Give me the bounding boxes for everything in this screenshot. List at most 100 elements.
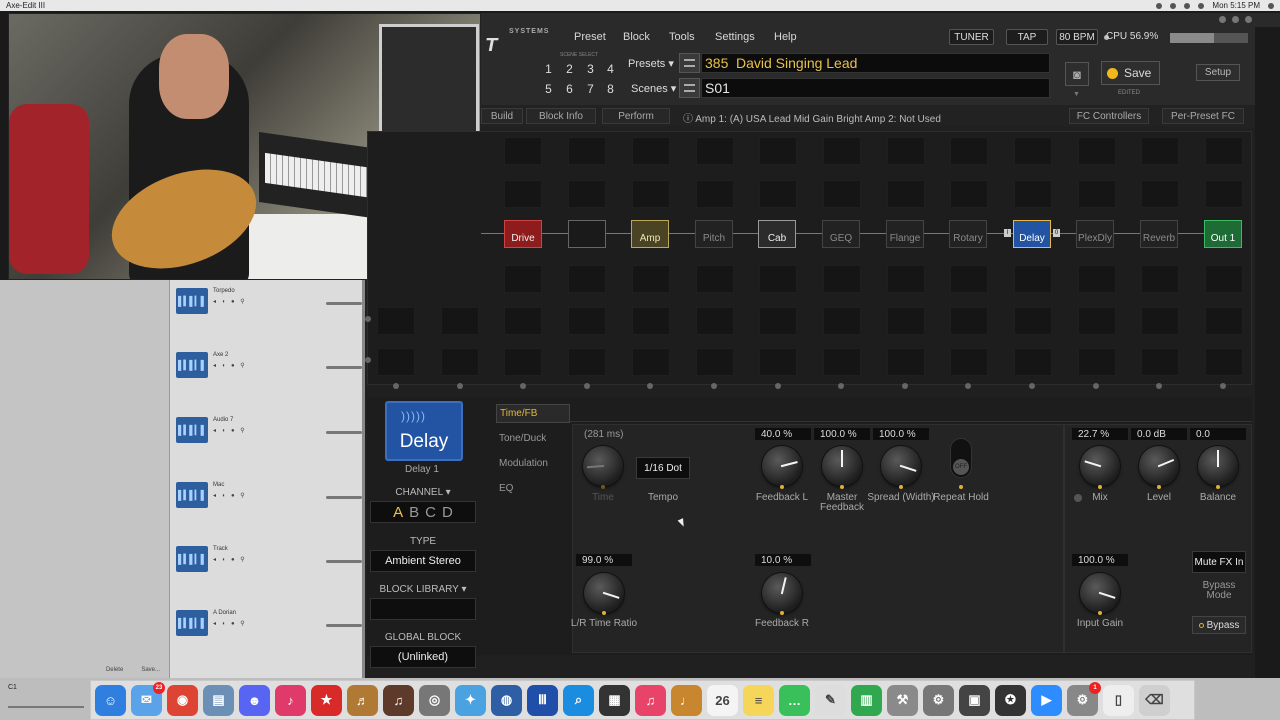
grid-cell[interactable] [950, 137, 988, 165]
block-library-label[interactable]: BLOCK LIBRARY ▾ [370, 584, 476, 595]
bypass-button[interactable]: Bypass [1192, 616, 1246, 634]
grid-column-dot[interactable] [1093, 383, 1099, 389]
grid-cell[interactable] [504, 180, 542, 208]
grid-cell[interactable] [887, 137, 925, 165]
daw-track[interactable]: ▌▍▌▎▌ Track ◂ ◖ ● ⚲ [176, 542, 362, 582]
vpn-icon[interactable]: ✦ [455, 684, 486, 716]
page-eq[interactable]: EQ [499, 483, 513, 494]
volume-icon[interactable] [1198, 2, 1205, 9]
search-app-icon[interactable]: ⌕ [563, 684, 594, 716]
grid-column-dot[interactable] [902, 383, 908, 389]
chevron-down-icon[interactable]: ▼ [1073, 91, 1080, 98]
mail-icon[interactable]: ✉ 23 [131, 681, 165, 716]
instrument-icon[interactable]: ♩ [671, 684, 702, 716]
page-modulation[interactable]: Modulation [499, 458, 548, 469]
grid-cell[interactable] [1205, 137, 1243, 165]
grid-cell[interactable] [1014, 137, 1052, 165]
grid-cell[interactable] [441, 348, 479, 376]
balance-knob[interactable] [1198, 446, 1238, 486]
grid-cell[interactable] [950, 307, 988, 335]
grid-block-delay[interactable]: Delay [1013, 220, 1051, 248]
feedback-l-value[interactable]: 40.0 % [755, 428, 811, 440]
bpm-display[interactable]: 80 BPM [1056, 29, 1098, 45]
grid-column-dot[interactable] [584, 383, 590, 389]
grid-block-reverb[interactable]: Reverb [1140, 220, 1178, 248]
grid-cell[interactable] [887, 265, 925, 293]
grid-cell[interactable] [504, 265, 542, 293]
grid-cell[interactable] [568, 348, 606, 376]
save-button[interactable]: Save [1101, 61, 1160, 85]
grid-cell[interactable] [632, 137, 670, 165]
scene-button-1[interactable]: 1 [541, 60, 556, 77]
time-knob[interactable] [583, 446, 623, 486]
grid-cell[interactable] [568, 180, 606, 208]
utility-icon[interactable]: ◎ [419, 684, 450, 716]
grid-cell[interactable] [823, 265, 861, 293]
messages-icon[interactable]: … [779, 684, 810, 716]
channel-d[interactable]: D [442, 504, 453, 521]
grid-cell[interactable] [568, 307, 606, 335]
daw-track[interactable]: ▌▍▌▎▌ Mac ◂ ◖ ● ⚲ [176, 478, 362, 518]
grid-cell[interactable] [887, 348, 925, 376]
level-knob[interactable] [1139, 446, 1179, 486]
grid-column-dot[interactable] [965, 383, 971, 389]
status-icon[interactable] [1170, 2, 1177, 9]
trash-icon[interactable]: ⌫ [1139, 684, 1170, 716]
global-block-select[interactable]: (Unlinked) [370, 646, 476, 668]
channel-c[interactable]: C [425, 504, 436, 521]
document-icon[interactable]: ▯ [1103, 684, 1134, 716]
daw-zoom-slider[interactable] [8, 706, 84, 708]
grid-cell[interactable] [823, 180, 861, 208]
grid-column-dot[interactable] [1220, 383, 1226, 389]
lr-time-ratio-value[interactable]: 99.0 % [576, 554, 632, 566]
minimize-icon[interactable] [1219, 16, 1226, 23]
preset-stepper[interactable] [679, 53, 700, 73]
scene-button-4[interactable]: 4 [603, 60, 618, 77]
grid-block-out-1[interactable]: Out 1 [1204, 220, 1242, 248]
grid-block-cab[interactable]: Cab [758, 220, 796, 248]
track-fader[interactable] [326, 496, 362, 499]
grid-cell[interactable] [696, 307, 734, 335]
track-controls[interactable]: ◂ ◖ ● ⚲ [213, 427, 247, 434]
grid-cell[interactable] [1205, 265, 1243, 293]
type-select[interactable]: Ambient Stereo [370, 550, 476, 572]
grid-cell[interactable] [759, 307, 797, 335]
daw-track[interactable]: ▌▍▌▎▌ Axe 2 ◂ ◖ ● ⚲ [176, 348, 362, 388]
tools-icon[interactable]: ⚒ [887, 684, 918, 716]
menu-settings[interactable]: Settings [715, 31, 755, 43]
clapper-icon[interactable]: ▦ [599, 684, 630, 716]
feedback-r-knob[interactable] [762, 573, 802, 613]
grid-cell[interactable] [377, 348, 415, 376]
robot-icon[interactable]: ⚙ [923, 684, 954, 716]
grid-column-dot[interactable] [838, 383, 844, 389]
track-fader[interactable] [326, 560, 362, 563]
globe-icon[interactable]: ◍ [491, 684, 522, 716]
grid-row-dot[interactable] [365, 357, 371, 363]
grid-block-rotary[interactable]: Rotary [949, 220, 987, 248]
grid-cell[interactable] [759, 348, 797, 376]
grid-cell[interactable] [441, 307, 479, 335]
scene-stepper[interactable] [679, 78, 700, 98]
status-icon[interactable] [1156, 2, 1163, 9]
master-feedback-value[interactable]: 100.0 % [814, 428, 870, 440]
music-icon[interactable]: ♫ [635, 684, 666, 716]
grid-cell[interactable] [504, 348, 542, 376]
grid-cell[interactable] [377, 307, 415, 335]
mix-value[interactable]: 22.7 % [1072, 428, 1128, 440]
grid-cell[interactable] [696, 265, 734, 293]
delete-button[interactable]: Delete [106, 667, 123, 673]
tab-fc-controllers[interactable]: FC Controllers [1069, 108, 1149, 124]
grid-cell[interactable] [696, 348, 734, 376]
mix-knob[interactable] [1080, 446, 1120, 486]
delay-block-icon[interactable]: ))))) Delay [385, 401, 463, 461]
feedback-l-knob[interactable] [762, 446, 802, 486]
input-gain-knob[interactable] [1080, 573, 1120, 613]
grid-block-drive[interactable]: Drive [504, 220, 542, 248]
repeat-hold-toggle[interactable]: OFF [950, 438, 972, 478]
grid-cell[interactable] [1014, 307, 1052, 335]
lr-time-ratio-knob[interactable] [584, 573, 624, 613]
track-controls[interactable]: ◂ ◖ ● ⚲ [213, 298, 247, 305]
track-controls[interactable]: ◂ ◖ ● ⚲ [213, 620, 247, 627]
grid-cell[interactable] [823, 307, 861, 335]
grid-block-empty[interactable] [568, 220, 606, 248]
